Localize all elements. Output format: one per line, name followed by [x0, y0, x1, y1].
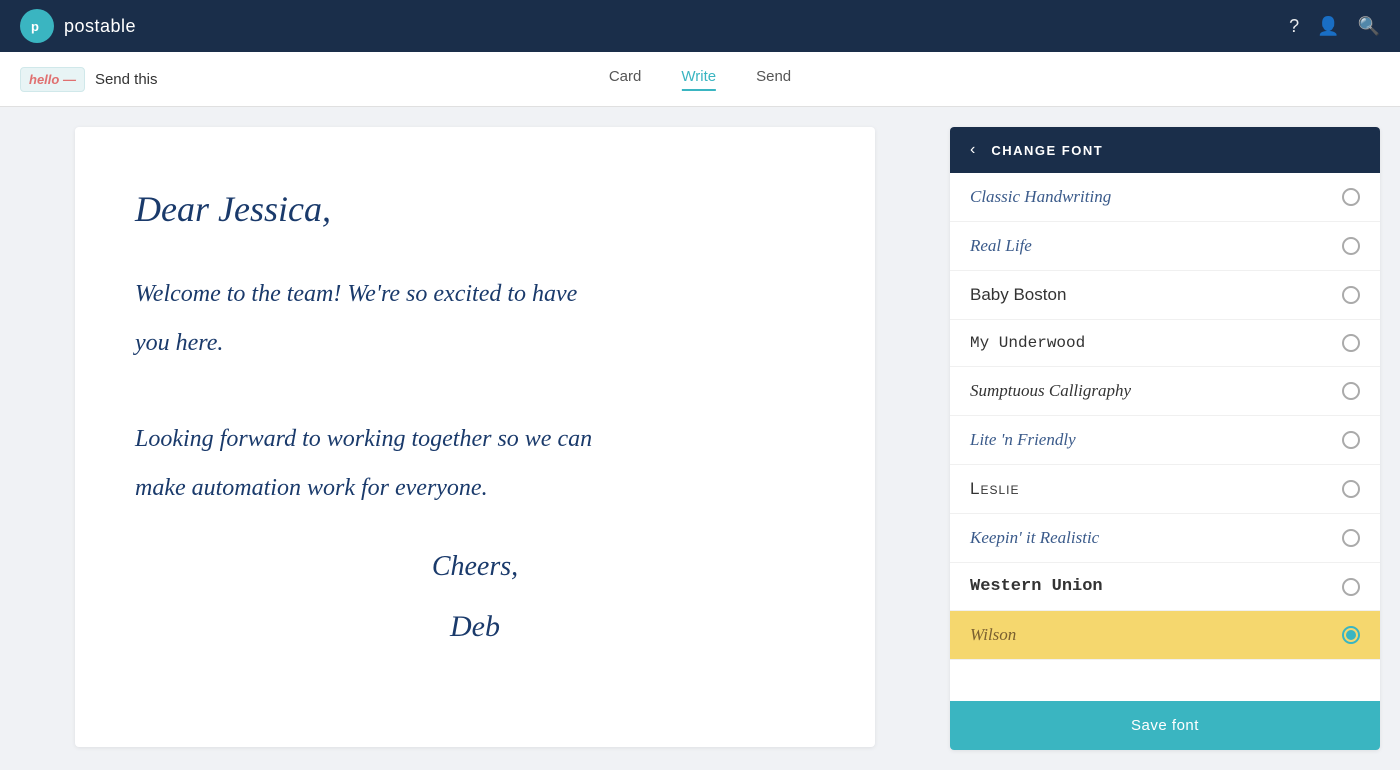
letter-body-line-1: Welcome to the team! We're so excited to…: [135, 272, 815, 318]
font-name-baby-boston: Baby Boston: [970, 285, 1066, 305]
font-list: Classic Handwriting Real Life Baby Bosto…: [950, 173, 1380, 701]
card-area: Dear Jessica, Welcome to the team! We're…: [20, 127, 930, 750]
top-nav: p postable ? 👤 🔍: [0, 0, 1400, 52]
sub-nav-tabs: Card Write Send: [609, 68, 791, 91]
sub-header: hello — Send this Card Write Send: [0, 52, 1400, 107]
logo-icon: p: [20, 9, 54, 43]
letter-body-line-3: Looking forward to working together so w…: [135, 417, 815, 463]
font-item-baby-boston[interactable]: Baby Boston: [950, 271, 1380, 320]
font-name-western-union: Western Union: [970, 577, 1103, 596]
letter-text: Dear Jessica, Welcome to the team! We're…: [135, 177, 815, 654]
font-item-classic[interactable]: Classic Handwriting: [950, 173, 1380, 222]
logo-text: postable: [64, 16, 136, 37]
font-name-classic: Classic Handwriting: [970, 187, 1111, 207]
font-name-lite-friendly: Lite 'n Friendly: [970, 430, 1076, 450]
font-radio-sumptuous[interactable]: [1342, 382, 1360, 400]
font-radio-baby-boston[interactable]: [1342, 286, 1360, 304]
font-item-lite-friendly[interactable]: Lite 'n Friendly: [950, 416, 1380, 465]
font-name-real-life: Real Life: [970, 236, 1032, 256]
font-radio-western-union[interactable]: [1342, 578, 1360, 596]
main-content: Dear Jessica, Welcome to the team! We're…: [0, 107, 1400, 770]
font-name-wilson: Wilson: [970, 625, 1016, 645]
back-button[interactable]: ‹: [970, 141, 975, 159]
font-panel: ‹ CHANGE FONT Classic Handwriting Real L…: [950, 127, 1380, 750]
font-panel-title: CHANGE FONT: [991, 143, 1103, 158]
font-radio-real-life[interactable]: [1342, 237, 1360, 255]
font-panel-header: ‹ CHANGE FONT: [950, 127, 1380, 173]
letter-signature: Deb: [135, 600, 815, 654]
font-radio-keepin[interactable]: [1342, 529, 1360, 547]
hello-badge: hello —: [20, 67, 85, 92]
font-item-real-life[interactable]: Real Life: [950, 222, 1380, 271]
font-item-keepin[interactable]: Keepin' it Realistic: [950, 514, 1380, 563]
font-radio-leslie[interactable]: [1342, 480, 1360, 498]
help-icon[interactable]: ?: [1289, 16, 1299, 37]
tab-write[interactable]: Write: [681, 68, 716, 91]
font-radio-my-underwood[interactable]: [1342, 334, 1360, 352]
font-radio-classic[interactable]: [1342, 188, 1360, 206]
font-radio-lite-friendly[interactable]: [1342, 431, 1360, 449]
svg-text:p: p: [31, 19, 39, 34]
tab-send[interactable]: Send: [756, 68, 791, 91]
nav-icons: ? 👤 🔍: [1289, 16, 1380, 37]
letter-card: Dear Jessica, Welcome to the team! We're…: [75, 127, 875, 747]
font-item-leslie[interactable]: Leslie: [950, 465, 1380, 514]
font-item-western-union[interactable]: Western Union: [950, 563, 1380, 611]
search-icon[interactable]: 🔍: [1358, 16, 1380, 37]
font-radio-wilson[interactable]: [1342, 626, 1360, 644]
font-name-leslie: Leslie: [970, 479, 1019, 499]
font-item-sumptuous[interactable]: Sumptuous Calligraphy: [950, 367, 1380, 416]
send-this-label: Send this: [95, 71, 158, 88]
user-icon[interactable]: 👤: [1317, 16, 1339, 37]
logo: p postable: [20, 9, 136, 43]
letter-body-line-2: you here.: [135, 321, 815, 367]
font-name-my-underwood: My Underwood: [970, 334, 1085, 352]
font-name-keepin: Keepin' it Realistic: [970, 528, 1099, 548]
letter-body: Welcome to the team! We're so excited to…: [135, 272, 815, 512]
letter-body-line-4: make automation work for everyone.: [135, 466, 815, 512]
tab-card[interactable]: Card: [609, 68, 642, 91]
font-name-sumptuous: Sumptuous Calligraphy: [970, 381, 1131, 401]
letter-closing: Cheers,: [135, 542, 815, 592]
letter-greeting: Dear Jessica,: [135, 177, 815, 242]
font-item-wilson[interactable]: Wilson: [950, 611, 1380, 660]
font-item-my-underwood[interactable]: My Underwood: [950, 320, 1380, 367]
save-font-button[interactable]: Save font: [950, 701, 1380, 750]
